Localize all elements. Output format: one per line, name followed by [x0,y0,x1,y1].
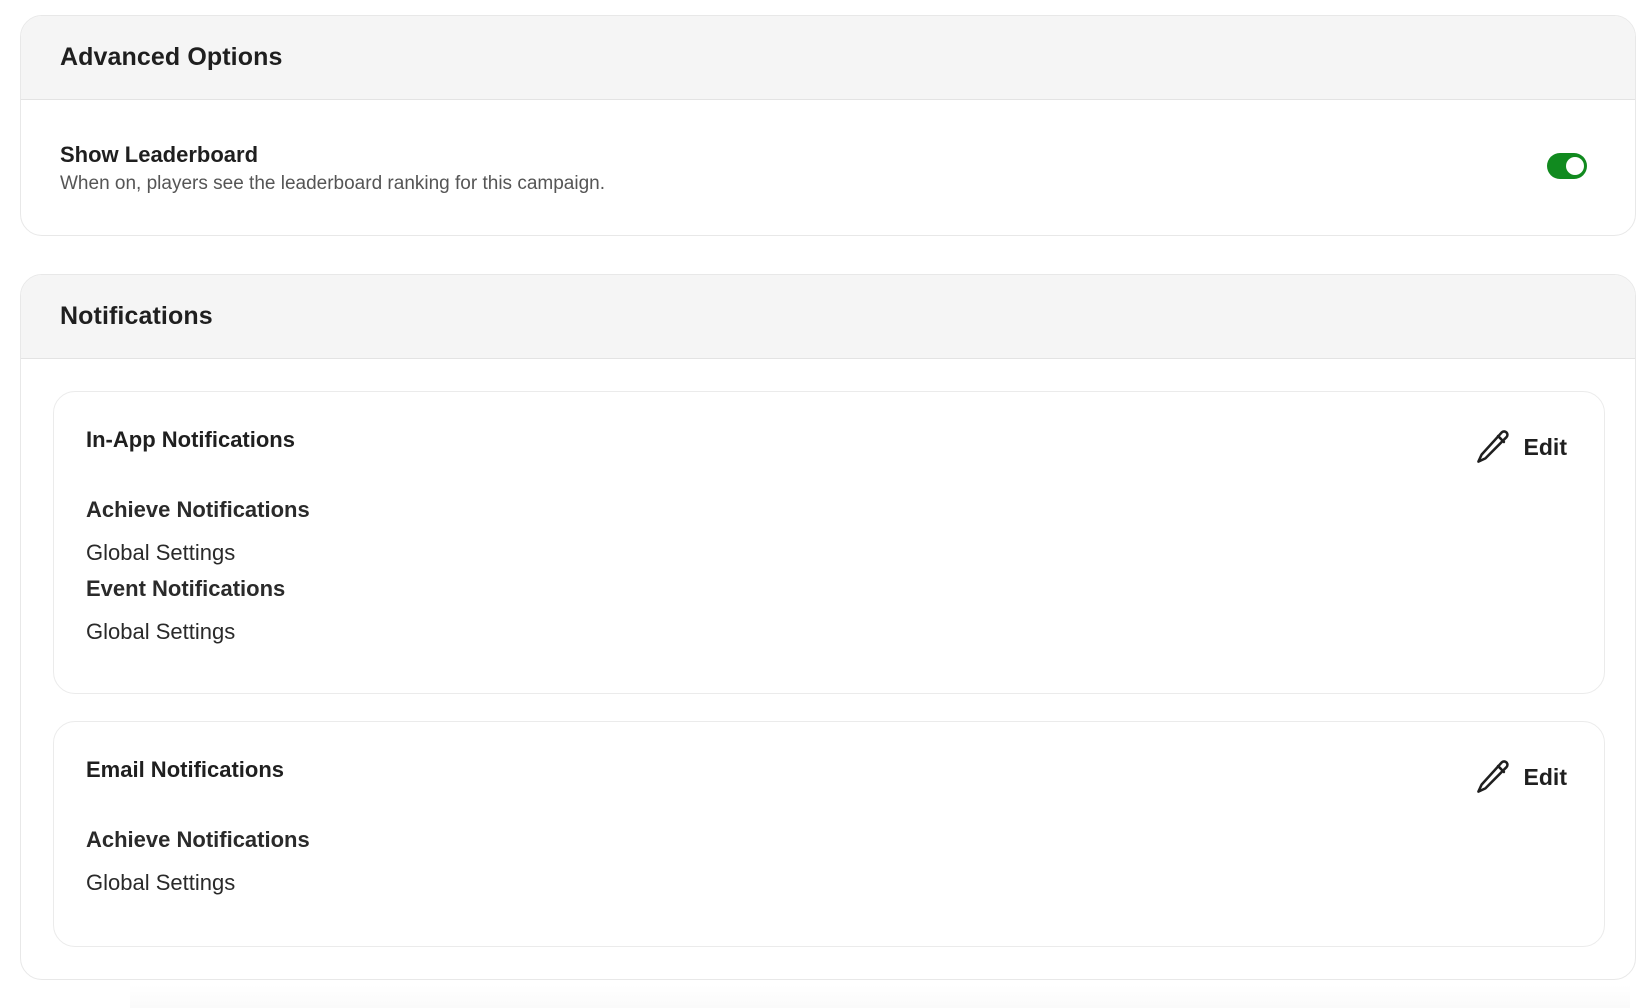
email-edit-button[interactable]: Edit [1474,758,1567,796]
settings-page: Advanced Options Show Leaderboard When o… [0,0,1652,1008]
toggle-knob [1566,157,1584,175]
show-leaderboard-description: When on, players see the leaderboard ran… [60,173,605,194]
notification-setting-value: Global Settings [86,540,236,565]
advanced-options-title: Advanced Options [60,43,283,71]
notification-type-label: Achieve Notifications [86,497,310,522]
advanced-options-header: Advanced Options [21,16,1635,100]
show-leaderboard-title: Show Leaderboard [60,142,259,167]
in-app-notifications-title: In-App Notifications [86,427,295,452]
pencil-icon [1476,760,1509,793]
email-notifications-title: Email Notifications [86,757,285,782]
email-notifications-card: Email Notifications Edit Achieve Notific… [53,721,1605,947]
in-app-edit-button[interactable]: Edit [1474,428,1567,466]
notifications-header: Notifications [21,275,1635,359]
notifications-card: Notifications In-App Notifications Edit … [20,274,1636,980]
email-edit-label: Edit [1523,763,1567,790]
show-leaderboard-toggle[interactable] [1547,153,1587,179]
notification-type-label: Achieve Notifications [86,827,310,852]
notification-setting-value: Global Settings [86,870,236,895]
notifications-title: Notifications [60,302,213,330]
notification-type-label: Event Notifications [86,576,286,601]
notification-setting-value: Global Settings [86,619,236,644]
in-app-edit-label: Edit [1523,433,1567,460]
in-app-achieve-notifications: Achieve Notifications Global Settings [86,497,310,566]
pencil-icon [1476,430,1509,463]
advanced-options-card: Advanced Options Show Leaderboard When o… [20,15,1636,236]
bottom-shadow [130,985,1630,1008]
in-app-event-notifications: Event Notifications Global Settings [86,576,285,645]
in-app-notifications-card: In-App Notifications Edit Achieve Notifi… [53,391,1605,694]
email-achieve-notifications: Achieve Notifications Global Settings [86,827,310,896]
show-leaderboard-setting: Show Leaderboard When on, players see th… [21,100,1635,235]
